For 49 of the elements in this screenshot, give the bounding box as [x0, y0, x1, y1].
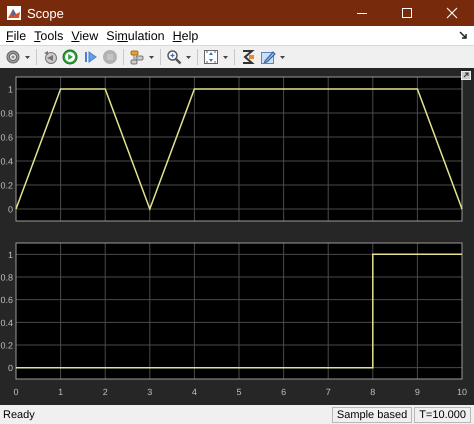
pencil-icon [260, 49, 276, 65]
tick-label: 5 [236, 387, 242, 397]
gear-icon [5, 49, 21, 65]
maximize-icon[interactable] [400, 7, 412, 19]
caret-icon [280, 56, 285, 58]
menu-item[interactable]: Help [168, 28, 202, 42]
tick-label: 0.2 [0, 340, 13, 350]
caret-icon [149, 56, 154, 58]
menu-item[interactable]: Simulation [102, 28, 169, 42]
window-title: Scope [27, 6, 64, 20]
undock-icon[interactable] [461, 71, 471, 80]
tick-label: 4 [192, 387, 197, 397]
tick-label: 0 [8, 363, 13, 374]
dock-icon[interactable] [459, 31, 468, 40]
tick-label: 3 [147, 387, 152, 397]
caret-icon [223, 56, 228, 58]
menu-item[interactable]: Tools [30, 28, 68, 42]
status-field: T=10.000 [414, 406, 471, 422]
app-icon [7, 6, 21, 20]
tick-label: 0 [8, 204, 13, 214]
tick-label: 0.4 [0, 318, 13, 328]
zoom-icon [166, 49, 182, 65]
tick-label: 1 [58, 387, 64, 397]
tick-label: 7 [326, 387, 331, 397]
tick-label: 9 [414, 387, 420, 397]
close-icon[interactable] [446, 7, 458, 19]
tick-label: 10 [457, 387, 467, 397]
status-field: Sample based [332, 406, 412, 422]
caret-icon [186, 56, 191, 58]
tick-label: 1 [8, 84, 13, 94]
scale-button[interactable] [201, 47, 231, 67]
tick-label: 1 [8, 250, 13, 260]
tick-label: 2 [102, 387, 108, 397]
tick-label: 0.2 [0, 180, 13, 190]
menu-item[interactable]: File [2, 28, 30, 42]
tick-label: 0.8 [0, 108, 13, 118]
run-button[interactable] [60, 47, 80, 67]
tick-label: 6 [281, 387, 286, 397]
blocks-icon [129, 49, 145, 65]
menu-item[interactable]: View [67, 28, 102, 42]
tick-label: 0 [14, 387, 18, 397]
tick-label: 0.6 [0, 295, 13, 306]
tick-label: 0.6 [0, 132, 13, 142]
status-message: Ready [3, 408, 35, 420]
fit-axes-icon [203, 49, 219, 65]
tick-label: 0.8 [0, 272, 13, 282]
caret-icon [25, 56, 30, 58]
tick-label: 8 [370, 387, 376, 397]
tick-label: 0.4 [0, 156, 13, 166]
